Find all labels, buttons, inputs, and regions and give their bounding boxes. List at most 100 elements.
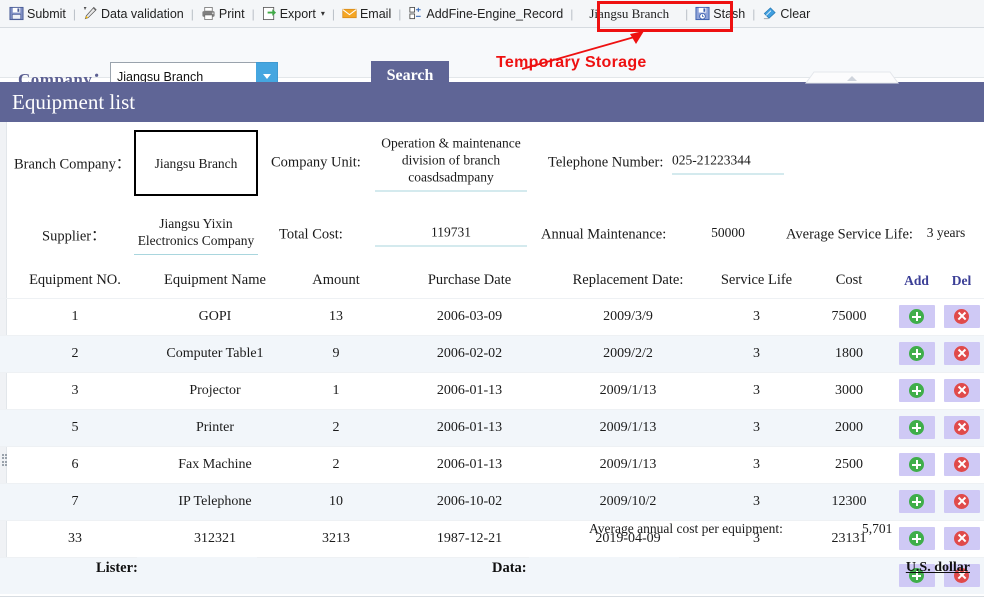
add-row-button[interactable] (898, 453, 935, 476)
cell-add[interactable] (894, 298, 939, 336)
currency-link[interactable]: U.S. dollar (906, 560, 970, 576)
add-record-icon (408, 6, 423, 21)
cell-equipment-name[interactable]: Fax Machine (150, 446, 280, 484)
cell-del[interactable] (939, 409, 984, 447)
cell-amount[interactable]: 1 (280, 372, 392, 410)
cell-service-life[interactable]: 3 (709, 446, 804, 484)
cell-equipment-name[interactable]: IP Telephone (150, 483, 280, 521)
cell-del[interactable] (939, 298, 984, 336)
cell-del[interactable] (939, 446, 984, 484)
delete-row-button[interactable] (943, 305, 980, 328)
cell-equipment-name[interactable]: Projector (150, 372, 280, 410)
cell-amount[interactable]: 2 (280, 409, 392, 447)
telephone-number-field[interactable]: 025-21223344 (672, 152, 784, 175)
printer-icon (201, 6, 216, 21)
lister-input[interactable] (137, 557, 257, 583)
delete-row-button[interactable] (943, 490, 980, 513)
cell-del[interactable] (939, 483, 984, 521)
delete-row-button[interactable] (943, 416, 980, 439)
add-row-button[interactable] (898, 342, 935, 365)
cell-cost[interactable]: 2000 (804, 409, 894, 447)
cell-service-life[interactable]: 3 (709, 298, 804, 336)
clear-button[interactable]: Clear (757, 4, 815, 23)
cell-service-life[interactable]: 3 (709, 372, 804, 410)
branch-company-field[interactable]: Jiangsu Branch (134, 130, 258, 196)
cell-cost[interactable]: 3000 (804, 372, 894, 410)
add-row-button[interactable] (898, 379, 935, 402)
table-row[interactable]: 7 IP Telephone 10 2006-10-02 2009/10/2 3… (0, 483, 984, 521)
table-row[interactable]: 3 Projector 1 2006-01-13 2009/1/13 3 300… (0, 372, 984, 410)
cell-replacement-date[interactable]: 2009/1/13 (547, 409, 709, 447)
cell-cost[interactable]: 75000 (804, 298, 894, 336)
data-input[interactable] (529, 557, 679, 583)
cell-purchase-date[interactable]: 2006-10-02 (392, 483, 547, 521)
cell-equipment-no[interactable]: 2 (0, 335, 150, 373)
cell-equipment-no[interactable]: 6 (0, 446, 150, 484)
data-validation-button[interactable]: Data validation (78, 4, 189, 23)
add-fine-engine-record-button[interactable]: AddFine-Engine_Record (403, 4, 568, 23)
cell-service-life[interactable]: 3 (709, 483, 804, 521)
delete-row-button[interactable] (943, 453, 980, 476)
cell-purchase-date[interactable]: 2006-01-13 (392, 372, 547, 410)
table-row[interactable]: 2 Computer Table1 9 2006-02-02 2009/2/2 … (0, 335, 984, 373)
cell-purchase-date[interactable]: 2006-02-02 (392, 335, 547, 373)
supplier-label: Supplier： (42, 228, 106, 245)
cell-service-life[interactable]: 3 (709, 409, 804, 447)
cell-amount[interactable]: 10 (280, 483, 392, 521)
cell-equipment-no[interactable]: 3 (0, 372, 150, 410)
add-row-button[interactable] (898, 416, 935, 439)
cell-cost[interactable]: 1800 (804, 335, 894, 373)
cell-equipment-no[interactable]: 5 (0, 409, 150, 447)
cell-add[interactable] (894, 483, 939, 521)
cell-replacement-date[interactable]: 2009/1/13 (547, 372, 709, 410)
panel-collapse-tab[interactable] (800, 70, 904, 84)
total-cost-field[interactable]: 119731 (375, 224, 527, 247)
add-row-button[interactable] (898, 490, 935, 513)
delete-row-button[interactable] (943, 379, 980, 402)
cell-equipment-name[interactable]: Printer (150, 409, 280, 447)
row-drag-handle[interactable] (1, 452, 7, 468)
cell-del[interactable] (939, 372, 984, 410)
cell-cost[interactable]: 2500 (804, 446, 894, 484)
chevron-down-icon[interactable]: ▾ (321, 9, 325, 18)
cell-amount[interactable]: 2 (280, 446, 392, 484)
cell-amount[interactable]: 13 (280, 298, 392, 336)
cell-del[interactable] (939, 335, 984, 373)
cell-replacement-date[interactable]: 2009/10/2 (547, 483, 709, 521)
stash-button[interactable]: Stash (690, 4, 750, 23)
cell-equipment-no[interactable]: 1 (0, 298, 150, 336)
cell-replacement-date[interactable]: 2009/2/2 (547, 335, 709, 373)
cell-amount[interactable]: 9 (280, 335, 392, 373)
cell-cost[interactable]: 12300 (804, 483, 894, 521)
cell-equipment-name[interactable]: Computer Table1 (150, 335, 280, 373)
table-row[interactable]: 6 Fax Machine 2 2006-01-13 2009/1/13 3 2… (0, 446, 984, 484)
supplier-field[interactable]: Jiangsu Yixin Electronics Company (134, 215, 258, 255)
cell-replacement-date[interactable]: 2009/3/9 (547, 298, 709, 336)
cell-equipment-name[interactable]: GOPI (150, 298, 280, 336)
cell-equipment-no[interactable]: 7 (0, 483, 150, 521)
export-button[interactable]: Export ▾ (257, 4, 330, 23)
print-button[interactable]: Print (196, 4, 250, 23)
cell-add[interactable] (894, 372, 939, 410)
chevron-down-icon (262, 74, 271, 79)
table-row[interactable]: 5 Printer 2 2006-01-13 2009/1/13 3 2000 (0, 409, 984, 447)
cell-replacement-date[interactable]: 2009/1/13 (547, 446, 709, 484)
cell-purchase-date[interactable]: 2006-01-13 (392, 409, 547, 447)
cell-add[interactable] (894, 409, 939, 447)
cell-add[interactable] (894, 446, 939, 484)
plus-circle-icon (909, 457, 924, 472)
table-row[interactable]: 1 GOPI 13 2006-03-09 2009/3/9 3 75000 (0, 298, 984, 336)
delete-row-button[interactable] (943, 342, 980, 365)
cell-purchase-date[interactable]: 2006-01-13 (392, 446, 547, 484)
submit-button[interactable]: Submit (4, 4, 71, 23)
annual-maintenance-field[interactable]: 50000 (672, 224, 784, 246)
cell-add[interactable] (894, 335, 939, 373)
cell-service-life[interactable]: 3 (709, 335, 804, 373)
company-unit-field[interactable]: Operation & maintenance division of bran… (375, 135, 527, 192)
footer: Lister: Data: U.S. dollar (0, 548, 984, 596)
stash-label: Stash (713, 6, 746, 21)
add-row-button[interactable] (898, 305, 935, 328)
average-service-life-field[interactable]: 3 years (915, 224, 977, 246)
email-button[interactable]: Email (337, 4, 396, 23)
cell-purchase-date[interactable]: 2006-03-09 (392, 298, 547, 336)
